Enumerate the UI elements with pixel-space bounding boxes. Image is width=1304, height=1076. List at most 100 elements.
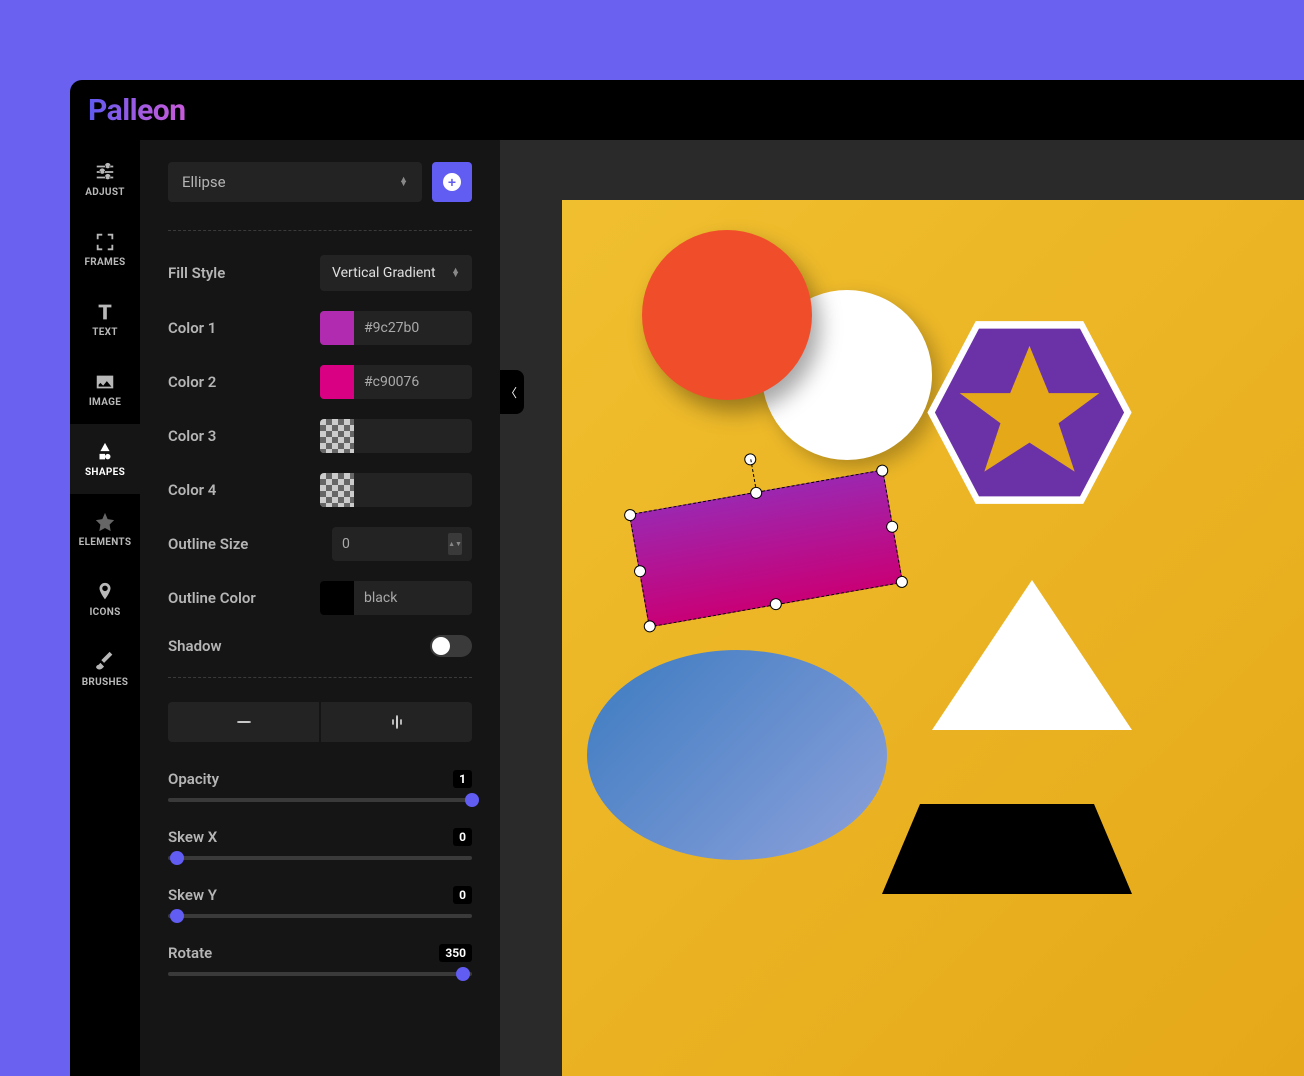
color1-input[interactable]: #9c27b0 bbox=[320, 311, 472, 345]
sidebar-item-frames[interactable]: FRAMES bbox=[70, 214, 140, 284]
resize-handle[interactable] bbox=[875, 464, 889, 478]
outline-size-input[interactable]: 0 ▲▼ bbox=[332, 527, 472, 561]
properties-panel: Ellipse ▲▼ + Fill Style Vertical Gradien… bbox=[140, 140, 500, 1076]
sidebar-item-text[interactable]: TEXT bbox=[70, 284, 140, 354]
plus-icon: + bbox=[443, 173, 461, 191]
resize-handle[interactable] bbox=[895, 575, 909, 589]
toggle-knob bbox=[432, 637, 450, 655]
color4-input[interactable] bbox=[320, 473, 472, 507]
shape-rectangle-selected[interactable] bbox=[622, 455, 902, 635]
slider-thumb[interactable] bbox=[170, 909, 184, 923]
align-vertical-icon bbox=[389, 714, 405, 730]
resize-handle[interactable] bbox=[633, 564, 647, 578]
outline-size-label: Outline Size bbox=[168, 535, 332, 553]
sidebar-item-adjust[interactable]: ADJUST bbox=[70, 144, 140, 214]
canvas-area: 〈 bbox=[500, 140, 1304, 1076]
pin-icon bbox=[94, 581, 116, 603]
outline-size-value: 0 bbox=[342, 536, 350, 552]
align-horizontal-button[interactable] bbox=[168, 702, 319, 742]
resize-handle[interactable] bbox=[643, 619, 657, 633]
color1-value: #9c27b0 bbox=[354, 320, 419, 336]
color3-swatch bbox=[320, 419, 354, 453]
color1-label: Color 1 bbox=[168, 319, 320, 337]
shape-triangle-white[interactable] bbox=[932, 580, 1132, 730]
skewx-value: 0 bbox=[453, 828, 472, 846]
color2-value: #c90076 bbox=[354, 374, 419, 390]
brush-icon bbox=[94, 651, 116, 673]
color2-input[interactable]: #c90076 bbox=[320, 365, 472, 399]
color2-label: Color 2 bbox=[168, 373, 320, 391]
sidebar-item-label: SHAPES bbox=[85, 467, 125, 478]
outline-color-value: black bbox=[354, 590, 397, 606]
sidebar-item-label: ADJUST bbox=[85, 187, 125, 198]
resize-handle[interactable] bbox=[749, 486, 763, 500]
skewy-slider[interactable] bbox=[168, 914, 472, 918]
opacity-slider[interactable] bbox=[168, 798, 472, 802]
divider bbox=[168, 677, 472, 678]
outline-color-label: Outline Color bbox=[168, 589, 320, 607]
fill-style-label: Fill Style bbox=[168, 264, 320, 282]
sidebar-item-label: ICONS bbox=[89, 607, 120, 618]
main: ADJUST FRAMES TEXT IMAGE SHAPES ELEMENTS bbox=[70, 140, 1304, 1076]
outline-color-swatch bbox=[320, 581, 354, 615]
canvas[interactable] bbox=[562, 200, 1304, 1076]
fill-style-select[interactable]: Vertical Gradient ▲▼ bbox=[320, 255, 472, 291]
skewy-value: 0 bbox=[453, 886, 472, 904]
spinner-icon[interactable]: ▲▼ bbox=[448, 533, 462, 555]
color4-swatch bbox=[320, 473, 354, 507]
sidebar-item-label: BRUSHES bbox=[82, 677, 128, 688]
color1-swatch bbox=[320, 311, 354, 345]
sidebar-item-label: IMAGE bbox=[89, 397, 121, 408]
chevron-updown-icon: ▲▼ bbox=[399, 178, 408, 187]
rotate-slider[interactable] bbox=[168, 972, 472, 976]
color4-label: Color 4 bbox=[168, 481, 320, 499]
shape-trapezoid-black[interactable] bbox=[882, 804, 1132, 894]
resize-handle[interactable] bbox=[885, 519, 899, 533]
sidebar-item-label: ELEMENTS bbox=[79, 537, 132, 548]
star-icon bbox=[94, 511, 116, 533]
shadow-label: Shadow bbox=[168, 637, 430, 655]
sidebar-item-image[interactable]: IMAGE bbox=[70, 354, 140, 424]
align-vertical-button[interactable] bbox=[321, 702, 472, 742]
image-icon bbox=[94, 371, 116, 393]
resize-handle[interactable] bbox=[769, 597, 783, 611]
skewx-slider[interactable] bbox=[168, 856, 472, 860]
skewx-label: Skew X bbox=[168, 828, 217, 846]
shapes-icon bbox=[94, 441, 116, 463]
opacity-label: Opacity bbox=[168, 770, 219, 788]
shape-type-select[interactable]: Ellipse ▲▼ bbox=[168, 162, 422, 202]
color3-input[interactable] bbox=[320, 419, 472, 453]
resize-handle[interactable] bbox=[623, 508, 637, 522]
app-window: Palleon ADJUST FRAMES TEXT IMAGE SHAPES bbox=[70, 80, 1304, 1076]
collapse-panel-button[interactable]: 〈 bbox=[500, 370, 524, 414]
fill-style-value: Vertical Gradient bbox=[332, 265, 436, 281]
sidebar-item-shapes[interactable]: SHAPES bbox=[70, 424, 140, 494]
sidebar-item-brushes[interactable]: BRUSHES bbox=[70, 634, 140, 704]
add-shape-button[interactable]: + bbox=[432, 162, 472, 202]
color3-label: Color 3 bbox=[168, 427, 320, 445]
slider-thumb[interactable] bbox=[170, 851, 184, 865]
skewy-label: Skew Y bbox=[168, 886, 217, 904]
rotate-label: Rotate bbox=[168, 944, 212, 962]
shape-circle-red[interactable] bbox=[642, 230, 812, 400]
outline-color-input[interactable]: black bbox=[320, 581, 472, 615]
sidebar-item-label: FRAMES bbox=[85, 257, 126, 268]
slider-thumb[interactable] bbox=[456, 967, 470, 981]
selection-box bbox=[629, 469, 903, 627]
app-logo: Palleon bbox=[88, 93, 186, 128]
align-horizontal-icon bbox=[236, 714, 252, 730]
left-sidebar: ADJUST FRAMES TEXT IMAGE SHAPES ELEMENTS bbox=[70, 140, 140, 1076]
chevron-left-icon: 〈 bbox=[505, 384, 517, 401]
adjust-icon bbox=[94, 161, 116, 183]
rotate-value: 350 bbox=[439, 944, 472, 962]
topbar: Palleon bbox=[70, 80, 1304, 140]
color2-swatch bbox=[320, 365, 354, 399]
shape-hexagon-star[interactable] bbox=[922, 315, 1137, 510]
sidebar-item-elements[interactable]: ELEMENTS bbox=[70, 494, 140, 564]
slider-thumb[interactable] bbox=[465, 793, 479, 807]
shape-ellipse-blue[interactable] bbox=[587, 650, 887, 860]
divider bbox=[168, 230, 472, 231]
sidebar-item-label: TEXT bbox=[92, 327, 118, 338]
shadow-toggle[interactable] bbox=[430, 635, 472, 657]
sidebar-item-icons[interactable]: ICONS bbox=[70, 564, 140, 634]
